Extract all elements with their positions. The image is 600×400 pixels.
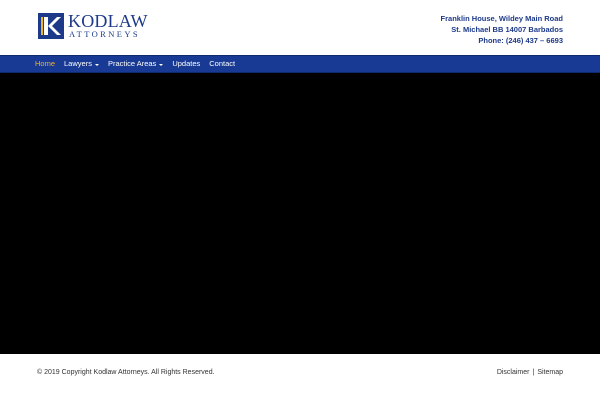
hero-banner: [0, 73, 600, 354]
nav-item-lawyers[interactable]: Lawyers: [64, 56, 99, 72]
caret-down-icon: [94, 63, 99, 66]
nav-item-practice-areas[interactable]: Practice Areas: [107, 56, 164, 72]
contact-address: Franklin House, Wildey Main Road St. Mic…: [441, 13, 563, 46]
nav-label: Lawyers: [64, 59, 92, 68]
main-nav: Home Lawyers Practice Areas Updates Cont…: [35, 56, 244, 72]
phone-number: Phone: (246) 437 – 6693: [478, 36, 563, 45]
footer-separator: |: [532, 369, 535, 376]
nav-label: Updates: [172, 59, 201, 68]
disclaimer-link[interactable]: Disclaimer: [497, 369, 530, 376]
logo-name: KODLAW: [68, 11, 148, 31]
footer-links: Disclaimer | Sitemap: [497, 369, 563, 376]
site-footer: © 2019 Copyright Kodlaw Attorneys. All R…: [0, 354, 600, 400]
sitemap-link[interactable]: Sitemap: [537, 369, 563, 376]
main-navbar: Home Lawyers Practice Areas Updates Cont…: [0, 55, 600, 73]
caret-down-icon: [159, 63, 164, 66]
nav-label: Contact: [209, 59, 236, 68]
nav-item-home[interactable]: Home: [35, 56, 55, 72]
copyright-text: © 2019 Copyright Kodlaw Attorneys. All R…: [37, 369, 215, 376]
address-line-2: St. Michael BB 14007 Barbados: [451, 25, 563, 34]
logo-subtitle: ATTORNEYS: [69, 29, 141, 39]
site-header: KODLAW ATTORNEYS Franklin House, Wildey …: [0, 0, 600, 55]
nav-label: Practice Areas: [107, 59, 157, 68]
nav-item-updates[interactable]: Updates: [172, 56, 200, 72]
nav-item-contact[interactable]: Contact: [209, 56, 235, 72]
site-logo[interactable]: KODLAW ATTORNEYS: [38, 12, 148, 39]
address-line-1: Franklin House, Wildey Main Road: [440, 14, 563, 23]
nav-label: Home: [35, 59, 56, 68]
k-logo-icon: [38, 13, 64, 39]
